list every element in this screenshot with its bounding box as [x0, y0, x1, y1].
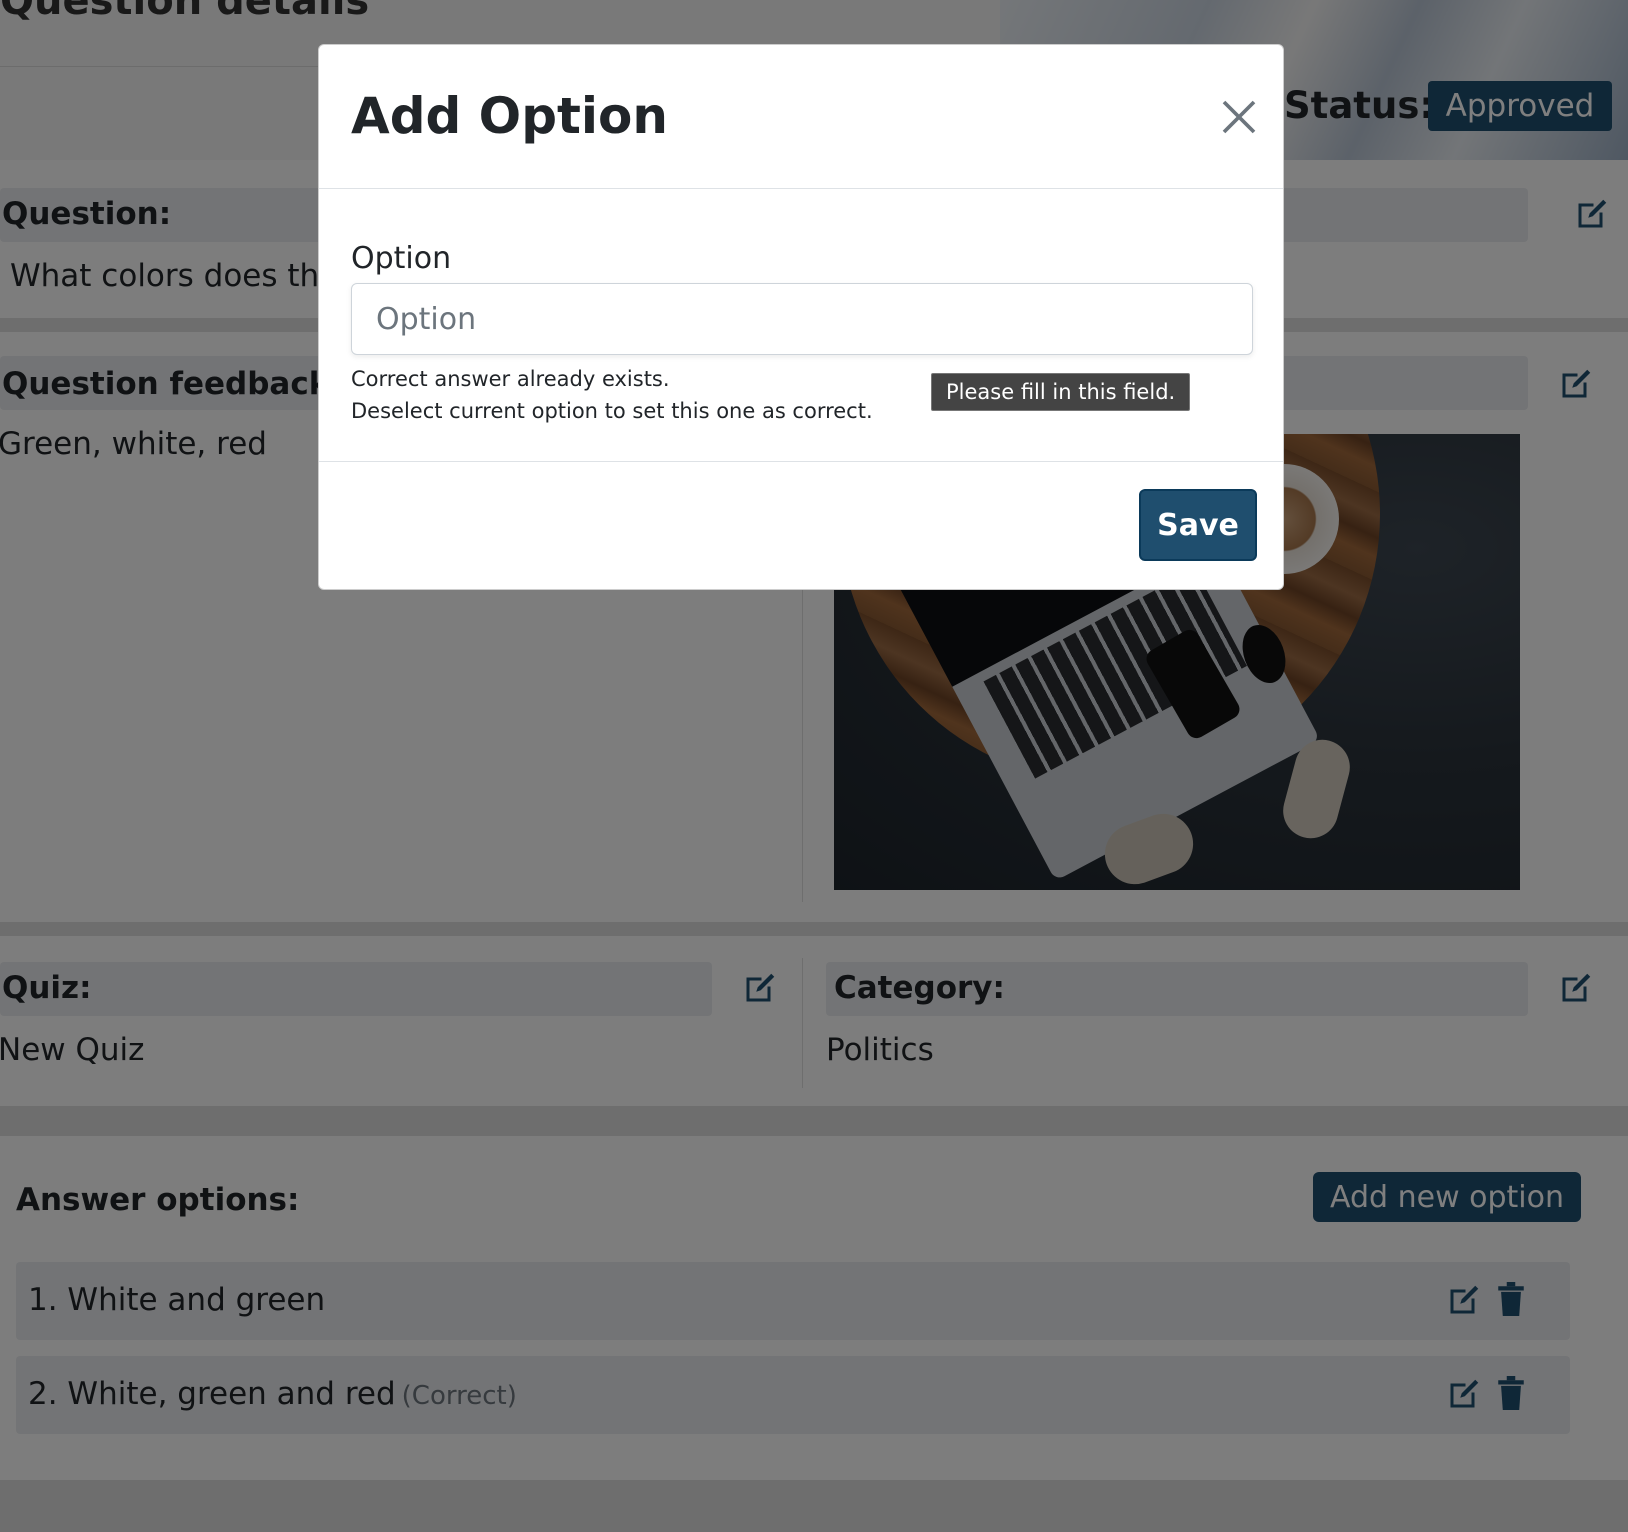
validation-tooltip: Please fill in this field. — [931, 373, 1191, 411]
help-text-deselect: Deselect current option to set this one … — [351, 399, 873, 423]
option-field-label: Option — [351, 241, 452, 276]
save-button[interactable]: Save — [1139, 489, 1257, 561]
add-option-modal: Add Option Option Correct answer already… — [318, 44, 1284, 590]
option-input[interactable] — [351, 283, 1253, 355]
modal-title: Add Option — [351, 87, 668, 145]
close-icon[interactable] — [1219, 97, 1259, 137]
help-text-existing: Correct answer already exists. — [351, 367, 670, 391]
